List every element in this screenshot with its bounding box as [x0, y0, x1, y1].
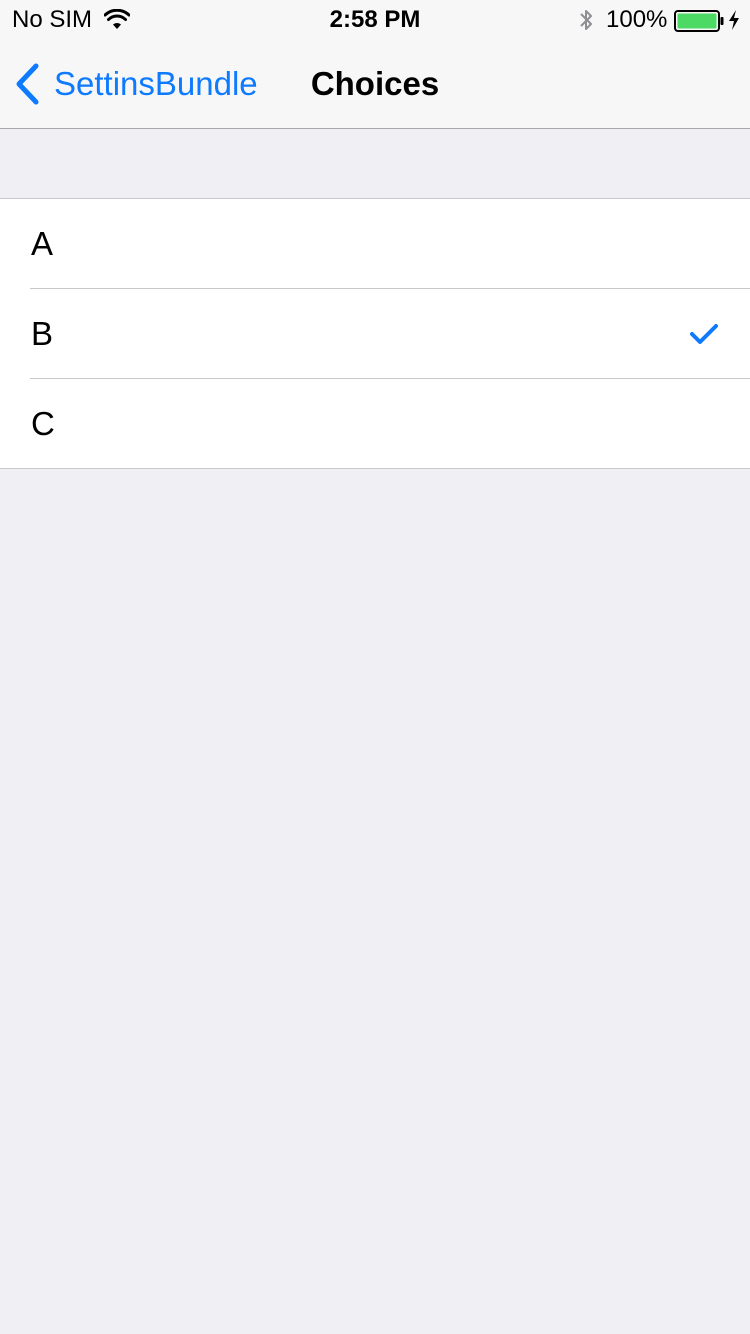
- charging-icon: [729, 10, 739, 30]
- checkmark-icon: [690, 323, 718, 344]
- page-title: Choices: [310, 65, 440, 102]
- battery-icon: [674, 10, 724, 32]
- list-item-label: A: [31, 224, 54, 262]
- battery-percent: 100%: [606, 6, 668, 33]
- list-item-label: C: [31, 404, 55, 442]
- bluetooth-icon: [580, 10, 592, 30]
- list-item-b[interactable]: B: [0, 288, 750, 378]
- top-chrome: No SIM 2:58 PM 100% SettinsBundle Choice…: [0, 0, 750, 129]
- list-item-a[interactable]: A: [0, 199, 750, 288]
- list-item-c[interactable]: C: [0, 378, 750, 468]
- navigation-bar: SettinsBundle Choices: [0, 40, 750, 128]
- settings-choices-screen: No SIM 2:58 PM 100% SettinsBundle Choice…: [0, 0, 750, 1334]
- list-item-label: B: [31, 314, 54, 352]
- choices-list: A B C: [0, 198, 750, 469]
- status-bar: No SIM 2:58 PM 100%: [0, 0, 750, 40]
